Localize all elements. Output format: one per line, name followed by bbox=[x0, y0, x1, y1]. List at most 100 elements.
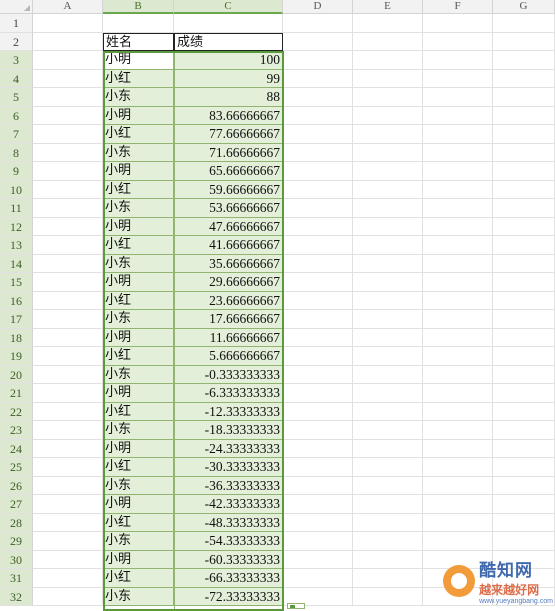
empty-cell[interactable] bbox=[283, 273, 353, 292]
empty-cell[interactable] bbox=[353, 291, 423, 310]
empty-cell[interactable] bbox=[493, 310, 555, 329]
empty-cell[interactable] bbox=[353, 217, 423, 236]
empty-cell[interactable] bbox=[493, 532, 555, 551]
empty-cell[interactable] bbox=[493, 421, 555, 440]
empty-cell[interactable] bbox=[353, 88, 423, 107]
empty-cell[interactable] bbox=[423, 199, 493, 218]
name-cell[interactable]: 小红 bbox=[103, 69, 174, 88]
empty-cell[interactable] bbox=[493, 495, 555, 514]
empty-cell[interactable] bbox=[493, 476, 555, 495]
empty-cell[interactable] bbox=[493, 458, 555, 477]
empty-cell[interactable] bbox=[283, 328, 353, 347]
empty-cell[interactable] bbox=[33, 569, 103, 588]
score-cell[interactable]: 100 bbox=[174, 51, 283, 70]
name-cell[interactable]: 小明 bbox=[103, 439, 174, 458]
row-header[interactable]: 7 bbox=[0, 125, 33, 144]
empty-cell[interactable] bbox=[353, 236, 423, 255]
empty-cell[interactable] bbox=[353, 587, 423, 606]
name-cell[interactable]: 小明 bbox=[103, 51, 174, 70]
name-cell[interactable]: 小东 bbox=[103, 199, 174, 218]
empty-cell[interactable] bbox=[423, 439, 493, 458]
name-cell[interactable]: 小红 bbox=[103, 291, 174, 310]
empty-cell[interactable] bbox=[423, 217, 493, 236]
score-cell[interactable]: 53.66666667 bbox=[174, 199, 283, 218]
column-header-a[interactable]: A bbox=[33, 0, 103, 14]
name-cell[interactable]: 小红 bbox=[103, 180, 174, 199]
empty-cell[interactable] bbox=[353, 143, 423, 162]
empty-cell[interactable] bbox=[283, 550, 353, 569]
score-cell[interactable]: 41.66666667 bbox=[174, 236, 283, 255]
empty-cell[interactable] bbox=[423, 254, 493, 273]
empty-cell[interactable] bbox=[33, 199, 103, 218]
empty-cell[interactable] bbox=[353, 310, 423, 329]
row-header[interactable]: 26 bbox=[0, 476, 33, 495]
row-header[interactable]: 29 bbox=[0, 532, 33, 551]
column-header-e[interactable]: E bbox=[353, 0, 423, 14]
name-cell[interactable]: 小东 bbox=[103, 365, 174, 384]
empty-cell[interactable] bbox=[423, 106, 493, 125]
score-cell[interactable]: 47.66666667 bbox=[174, 217, 283, 236]
empty-cell[interactable] bbox=[493, 347, 555, 366]
empty-cell[interactable] bbox=[493, 14, 555, 33]
row-header[interactable]: 14 bbox=[0, 254, 33, 273]
empty-cell[interactable] bbox=[283, 143, 353, 162]
column-header-c[interactable]: C bbox=[174, 0, 283, 14]
empty-cell[interactable] bbox=[33, 162, 103, 181]
empty-cell[interactable] bbox=[423, 421, 493, 440]
empty-cell[interactable] bbox=[33, 347, 103, 366]
empty-cell[interactable] bbox=[33, 476, 103, 495]
empty-cell[interactable] bbox=[33, 550, 103, 569]
empty-cell[interactable] bbox=[493, 217, 555, 236]
row-header[interactable]: 4 bbox=[0, 69, 33, 88]
empty-cell[interactable] bbox=[493, 236, 555, 255]
empty-cell[interactable] bbox=[423, 125, 493, 144]
name-cell[interactable]: 小明 bbox=[103, 550, 174, 569]
name-cell[interactable]: 小明 bbox=[103, 273, 174, 292]
empty-cell[interactable] bbox=[423, 180, 493, 199]
name-cell[interactable]: 小东 bbox=[103, 88, 174, 107]
empty-cell[interactable] bbox=[353, 513, 423, 532]
empty-cell[interactable] bbox=[33, 125, 103, 144]
name-cell[interactable]: 小东 bbox=[103, 532, 174, 551]
score-cell[interactable]: 11.66666667 bbox=[174, 328, 283, 347]
empty-cell[interactable] bbox=[493, 88, 555, 107]
empty-cell[interactable] bbox=[423, 14, 493, 33]
empty-cell[interactable] bbox=[283, 310, 353, 329]
empty-cell[interactable] bbox=[33, 402, 103, 421]
empty-cell[interactable] bbox=[493, 51, 555, 70]
row-header[interactable]: 16 bbox=[0, 291, 33, 310]
row-header[interactable]: 30 bbox=[0, 550, 33, 569]
empty-cell[interactable] bbox=[353, 162, 423, 181]
empty-cell[interactable] bbox=[423, 384, 493, 403]
name-cell[interactable]: 小红 bbox=[103, 125, 174, 144]
empty-cell[interactable] bbox=[33, 384, 103, 403]
name-cell[interactable]: 小明 bbox=[103, 106, 174, 125]
row-header[interactable]: 10 bbox=[0, 180, 33, 199]
empty-cell[interactable] bbox=[283, 106, 353, 125]
empty-cell[interactable] bbox=[493, 328, 555, 347]
name-cell[interactable]: 小红 bbox=[103, 236, 174, 255]
empty-cell[interactable] bbox=[353, 402, 423, 421]
empty-cell[interactable] bbox=[353, 273, 423, 292]
empty-cell[interactable] bbox=[423, 69, 493, 88]
empty-cell[interactable] bbox=[353, 254, 423, 273]
row-header[interactable]: 12 bbox=[0, 217, 33, 236]
empty-cell[interactable] bbox=[353, 458, 423, 477]
empty-cell[interactable] bbox=[423, 291, 493, 310]
score-cell[interactable]: 17.66666667 bbox=[174, 310, 283, 329]
column-header-g[interactable]: G bbox=[493, 0, 555, 14]
empty-cell[interactable] bbox=[423, 88, 493, 107]
empty-cell[interactable] bbox=[423, 476, 493, 495]
name-cell[interactable]: 小明 bbox=[103, 217, 174, 236]
empty-cell[interactable] bbox=[353, 69, 423, 88]
empty-cell[interactable] bbox=[423, 495, 493, 514]
name-cell[interactable]: 小东 bbox=[103, 476, 174, 495]
score-cell[interactable]: 88 bbox=[174, 88, 283, 107]
empty-cell[interactable] bbox=[283, 88, 353, 107]
empty-cell[interactable] bbox=[353, 106, 423, 125]
empty-cell[interactable] bbox=[493, 162, 555, 181]
score-cell[interactable]: -6.333333333 bbox=[174, 384, 283, 403]
score-cell[interactable]: 59.66666667 bbox=[174, 180, 283, 199]
score-cell[interactable]: 71.66666667 bbox=[174, 143, 283, 162]
empty-cell[interactable] bbox=[33, 328, 103, 347]
